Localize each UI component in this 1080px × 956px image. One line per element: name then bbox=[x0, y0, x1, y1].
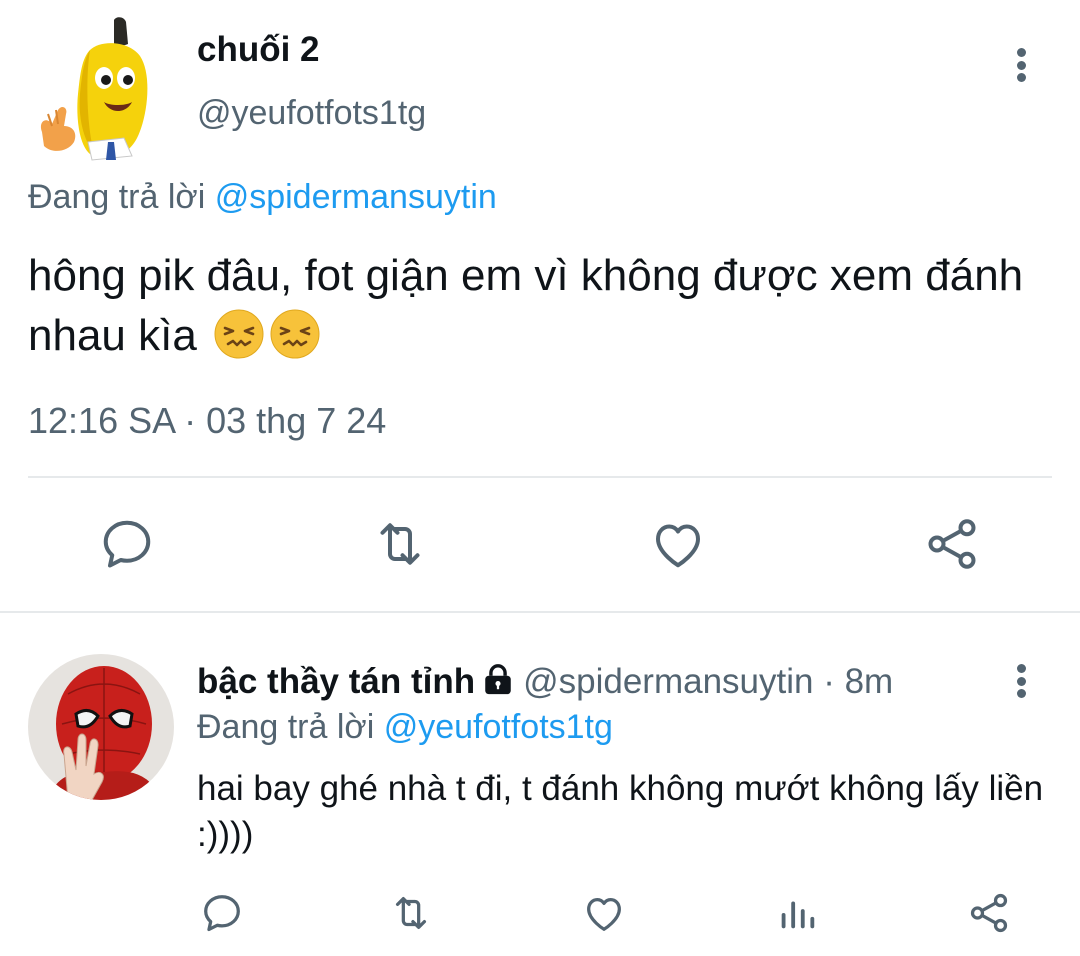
lock-icon bbox=[485, 664, 511, 695]
reply-more-options-icon[interactable] bbox=[1000, 656, 1042, 706]
spiderman-avatar-image bbox=[28, 654, 174, 800]
confounded-face-emoji bbox=[270, 309, 320, 359]
share-button[interactable] bbox=[922, 514, 982, 574]
banana-avatar-image bbox=[40, 17, 148, 161]
reply-share-button[interactable] bbox=[966, 890, 1012, 936]
reply-replying-prefix: Đang trả lời bbox=[197, 708, 384, 746]
replying-to-mention[interactable]: @spidermansuytin bbox=[215, 178, 497, 216]
like-icon bbox=[656, 524, 700, 568]
main-tweet: chuối 2 @yeufotfots1tg Đang trả lời @spi… bbox=[0, 0, 1080, 612]
views-icon bbox=[781, 901, 815, 929]
reply-author-name[interactable]: bậc thầy tán tỉnh bbox=[197, 662, 475, 701]
reply-button[interactable] bbox=[97, 514, 157, 574]
reply-reply-button[interactable] bbox=[199, 890, 245, 936]
tweet-text: hông pik đâu, fot giận em vì không được … bbox=[28, 246, 1058, 366]
tweet-body-text: hông pik đâu, fot giận em vì không được … bbox=[28, 251, 1024, 360]
reply-time-ago[interactable]: 8m bbox=[845, 662, 894, 701]
like-button[interactable] bbox=[648, 514, 708, 574]
author-avatar[interactable] bbox=[28, 14, 156, 166]
reply-icon bbox=[103, 520, 151, 568]
replying-prefix: Đang trả lời bbox=[28, 178, 215, 216]
reply-like-button[interactable] bbox=[581, 890, 627, 936]
reply-tweet-text: hai bay ghé nhà t đi, t đánh không mướt … bbox=[197, 769, 1044, 854]
share-icon bbox=[970, 893, 1008, 933]
share-icon bbox=[928, 519, 976, 569]
retweet-button[interactable] bbox=[370, 514, 430, 574]
retweet-icon bbox=[395, 896, 427, 930]
tweet-detail-page: chuối 2 @yeufotfots1tg Đang trả lời @spi… bbox=[0, 0, 1080, 956]
divider bbox=[28, 476, 1052, 478]
more-options-icon[interactable] bbox=[1000, 40, 1042, 90]
section-divider bbox=[0, 611, 1080, 613]
reply-replying-to-mention[interactable]: @yeufotfots1tg bbox=[384, 708, 613, 746]
like-icon bbox=[587, 897, 621, 931]
reply-author-avatar[interactable] bbox=[28, 654, 174, 800]
reply-header: bậc thầy tán tỉnh @spidermansuytin · 8m bbox=[197, 662, 893, 702]
reply-views-button[interactable] bbox=[774, 890, 820, 936]
separator: · bbox=[813, 662, 845, 701]
author-name[interactable]: chuối 2 bbox=[197, 30, 320, 70]
reply-replying-to-line: Đang trả lời @yeufotfots1tg bbox=[197, 708, 613, 747]
author-handle[interactable]: @yeufotfots1tg bbox=[197, 94, 426, 133]
reply-author-handle[interactable]: @spidermansuytin bbox=[523, 662, 813, 701]
reply-icon bbox=[204, 895, 240, 932]
tweet-timestamp[interactable]: 12:16 SA · 03 thg 7 24 bbox=[28, 400, 386, 442]
replying-to-line: Đang trả lời @spidermansuytin bbox=[28, 178, 497, 217]
retweet-icon bbox=[380, 523, 420, 565]
confounded-face-emoji bbox=[214, 309, 264, 359]
reply-retweet-button[interactable] bbox=[388, 890, 434, 936]
